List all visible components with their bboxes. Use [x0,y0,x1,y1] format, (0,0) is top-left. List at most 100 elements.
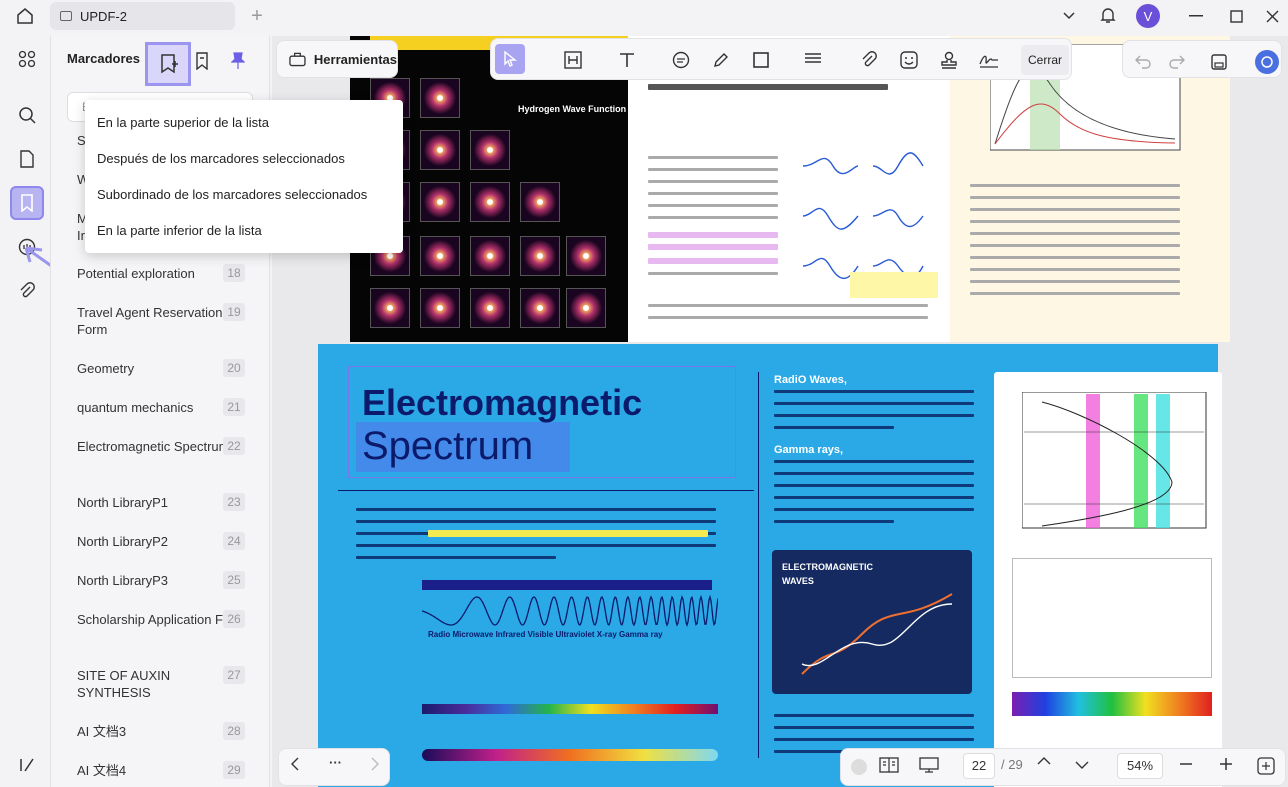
bell-icon[interactable] [1098,5,1118,25]
document-canvas[interactable]: Hydrogen Wave Function Electromagnetic S… [272,36,1288,787]
chevron-left-icon[interactable] [291,757,299,771]
chevron-down-icon[interactable] [1060,7,1078,25]
pin-icon[interactable] [231,52,247,70]
radiation-chart-page [950,36,1230,342]
signature-icon[interactable] [977,48,1001,72]
right-toolbar [1122,40,1282,78]
orbital-image [370,288,410,328]
radiation-types: Radio Microwave Infrared Visible Ultravi… [428,630,663,639]
hydrogen-label: Hydrogen Wave Function [518,104,627,114]
add-bookmark-button[interactable] [145,42,191,86]
close-toolbar-button[interactable]: Cerrar [1021,45,1069,75]
bookmark-item[interactable]: quantum mechanics [77,399,247,416]
chevron-up-icon[interactable] [1037,757,1051,765]
fit-page-icon[interactable] [1257,757,1275,775]
orbital-image [420,78,460,118]
orbital-image [470,130,510,170]
ozone-chart-card [994,372,1222,787]
zoom-in-icon[interactable] [1219,757,1233,771]
menu-item-bottom[interactable]: En la parte inferior de la lista [97,223,262,238]
pen-icon[interactable] [709,48,733,72]
photon-table [1012,558,1212,678]
redo-icon[interactable] [1165,50,1189,74]
more-icon[interactable]: ··· [329,755,342,770]
reading-mode-icon[interactable] [879,757,899,773]
new-tab-icon[interactable]: + [247,5,267,27]
orbital-image [566,236,606,276]
bookmark-item[interactable]: SITE OF AUXIN SYNTHESIS [77,667,247,701]
minimize-icon[interactable] [1186,6,1206,26]
search-icon[interactable] [10,98,44,132]
redact-icon[interactable] [801,48,825,72]
zoom-out-icon[interactable] [1179,757,1193,771]
tab-title: UPDF-2 [80,8,127,24]
annotation-toolbar: Cerrar [490,38,1072,80]
rectangle-icon[interactable] [749,48,773,72]
temperature-bar [422,749,718,761]
orbital-image [520,288,560,328]
menu-item-top[interactable]: En la parte superior de la lista [97,115,269,130]
orbital-image [520,182,560,222]
bookmark-page-number: 24 [223,532,245,550]
zoom-level[interactable]: 54% [1117,753,1163,779]
undo-icon[interactable] [1131,50,1155,74]
bookmark-item[interactable]: Scholarship Application Form [77,611,247,628]
chevron-down-icon[interactable] [1075,761,1089,769]
bookmark-item[interactable]: Geometry [77,360,247,377]
selection-box[interactable] [348,366,736,478]
document-tab[interactable]: UPDF-2 [50,2,235,30]
home-icon[interactable] [14,6,36,26]
chat-icon [60,11,72,21]
orbital-image [420,130,460,170]
left-rail [6,36,95,787]
text-box-icon[interactable] [561,48,585,72]
page-thumbnail-icon[interactable] [10,142,44,176]
bookmark-icon[interactable] [10,186,44,220]
bookmark-outline-icon[interactable] [195,52,211,70]
sticky-note[interactable] [850,272,938,298]
orbital-image [420,236,460,276]
avatar[interactable]: V [1136,4,1160,28]
sticker-icon[interactable] [897,48,921,72]
bookmark-item[interactable]: North LibraryP1 [77,494,247,511]
save-icon[interactable] [1207,50,1231,74]
layers-icon[interactable] [10,748,44,782]
orbital-image [566,288,606,328]
bookmark-item[interactable]: AI 文档3 [77,723,247,740]
attach-icon[interactable] [857,48,881,72]
bookmark-page-number: 26 [223,610,245,628]
em-waves-box: ELECTROMAGNETIC WAVES [772,550,972,694]
bookmark-item[interactable]: North LibraryP2 [77,533,247,550]
bookmark-item[interactable]: North LibraryP3 [77,572,247,589]
page-number-input[interactable]: 22 [963,753,995,779]
orbital-image [520,236,560,276]
wave-function-text [628,36,950,342]
text-icon[interactable] [615,48,639,72]
frequency-bar [422,704,718,714]
note-icon[interactable] [669,48,693,72]
bookmark-item[interactable]: Electromagnetic Spectrum [77,438,247,455]
present-icon[interactable] [919,757,939,773]
close-icon[interactable] [1262,6,1282,26]
apps-icon[interactable] [10,42,44,76]
maximize-icon[interactable] [1226,6,1246,26]
panel-pager: ··· [278,748,390,786]
chevron-right-icon[interactable] [371,757,379,771]
bookmark-page-number: 18 [223,264,245,282]
select-cursor-icon[interactable] [495,44,525,74]
bookmark-item[interactable]: AI 文档4 [77,762,247,779]
em-helix [801,593,953,675]
bookmark-item[interactable]: Potential exploration [77,265,247,282]
menu-item-after-selected[interactable]: Después de los marcadores seleccionados [97,151,345,166]
bookmark-page-number: 27 [223,666,245,684]
menu-item-child-of-selected[interactable]: Subordinado de los marcadores selecciona… [97,187,367,202]
bookmark-item[interactable]: Travel Agent Reservation Form [77,304,247,338]
gamma-heading: Gamma rays, [774,444,844,456]
bookmark-page-number: 28 [223,722,245,740]
divider [758,372,759,758]
ai-assistant-icon[interactable] [1255,50,1279,74]
stamp-icon[interactable] [937,48,961,72]
collapse-icon[interactable] [851,759,867,775]
tools-button[interactable]: Herramientas [276,40,398,78]
add-bookmark-menu: En la parte superior de la lista Después… [85,100,403,253]
